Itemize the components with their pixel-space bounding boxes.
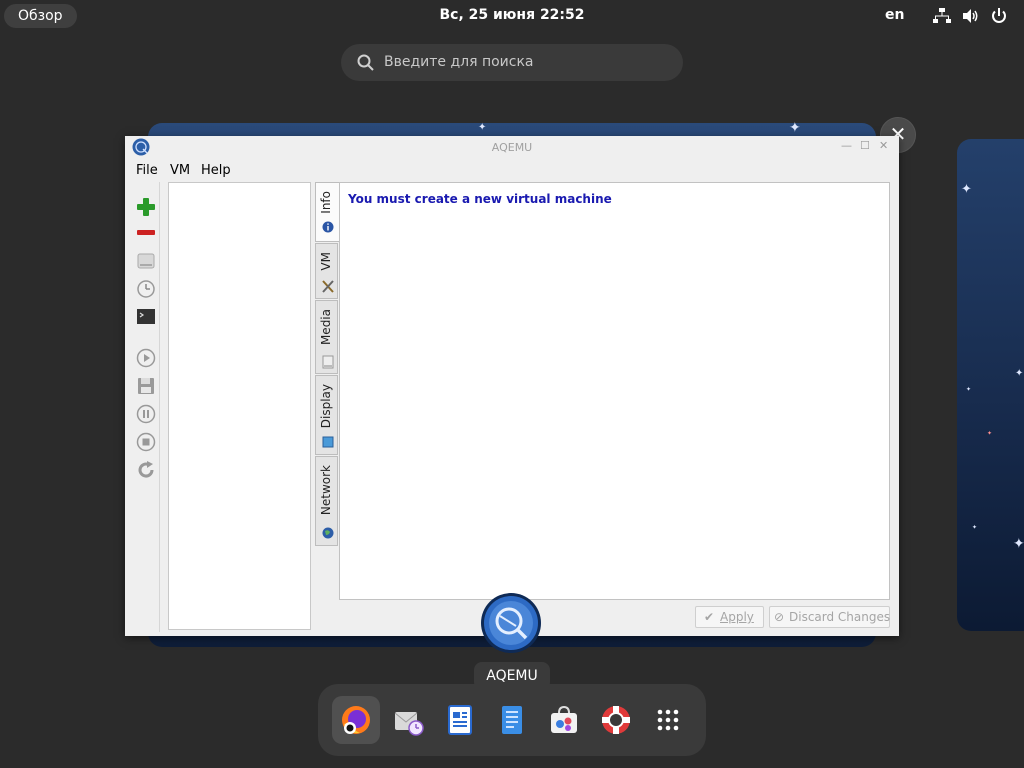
dock-item-software[interactable]	[540, 696, 588, 744]
dock-item-firefox[interactable]	[332, 696, 380, 744]
tab-info[interactable]: Info	[315, 182, 340, 242]
tab-vm[interactable]: VM	[315, 243, 338, 299]
discard-changes-button[interactable]: ⊘ Discard Changes	[769, 606, 890, 628]
aqemu-window-app-icon[interactable]	[480, 592, 542, 654]
apply-button[interactable]: ✔ Apply	[695, 606, 764, 628]
info-message: You must create a new virtual machine	[348, 192, 612, 206]
overview-button[interactable]: Обзор	[4, 4, 77, 28]
window-title: AQEMU	[491, 141, 533, 154]
vm-disk-icon[interactable]	[135, 250, 157, 272]
vm-list[interactable]	[168, 182, 311, 630]
maximize-icon[interactable]: ☐	[860, 139, 870, 152]
search-icon	[357, 54, 374, 71]
menu-file[interactable]: File	[136, 163, 158, 178]
vm-toolbar	[133, 182, 160, 632]
info-panel: You must create a new virtual machine	[339, 182, 890, 600]
clock-icon[interactable]	[135, 278, 157, 300]
terminal-icon[interactable]	[135, 306, 157, 328]
dock-item-notes[interactable]	[488, 696, 536, 744]
menu-bar: File VM Help	[125, 162, 899, 180]
check-icon: ✔	[704, 610, 715, 624]
evolution-icon	[394, 712, 424, 736]
save-icon[interactable]	[135, 375, 157, 397]
clock[interactable]: Вс, 25 июня 22:52	[439, 7, 584, 23]
remove-vm-icon[interactable]	[135, 222, 157, 244]
stop-icon[interactable]	[135, 431, 157, 453]
tab-media-label: Media	[319, 309, 333, 346]
help-icon	[602, 706, 630, 734]
tools-icon	[322, 280, 334, 293]
clock-container: Вс, 25 июня 22:52	[0, 7, 1024, 23]
dock-item-writer[interactable]	[436, 696, 484, 744]
info-icon	[322, 221, 334, 233]
language-indicator[interactable]: en	[885, 7, 904, 23]
tab-network[interactable]: Network	[315, 456, 338, 546]
tab-media[interactable]: Media	[315, 300, 338, 374]
notes-icon	[502, 706, 522, 734]
minimize-icon[interactable]: —	[841, 139, 852, 152]
tab-display-label: Display	[319, 384, 333, 429]
network-globe-icon	[322, 527, 334, 539]
cancel-icon: ⊘	[774, 610, 785, 624]
tab-vm-label: VM	[319, 252, 333, 271]
display-icon	[322, 436, 334, 448]
tab-network-label: Network	[319, 465, 333, 516]
software-icon	[551, 705, 577, 733]
workspace-thumbnail-next[interactable]: ✦ ✦ ✦ ✦ ✦ ✦	[957, 139, 1024, 631]
tab-info-label: Info	[319, 191, 333, 214]
search-placeholder: Введите для поиска	[384, 54, 534, 70]
window-titlebar[interactable]: AQEMU — ☐ ✕	[125, 136, 899, 160]
dock-item-help[interactable]	[592, 696, 640, 744]
discard-label: Discard Changes	[789, 610, 891, 624]
menu-vm[interactable]: VM	[170, 163, 190, 178]
writer-icon	[448, 705, 472, 735]
add-vm-icon[interactable]	[135, 196, 157, 218]
power-icon[interactable]	[990, 8, 1008, 24]
aqemu-window[interactable]: AQEMU — ☐ ✕ File VM Help Info VM Media D…	[125, 136, 899, 636]
app-grid-icon	[657, 709, 679, 731]
dock-item-app-grid[interactable]	[644, 696, 692, 744]
pause-icon[interactable]	[135, 403, 157, 425]
firefox-icon	[342, 706, 370, 734]
dock-item-evolution[interactable]	[384, 696, 432, 744]
play-icon[interactable]	[135, 347, 157, 369]
search-field[interactable]: Введите для поиска	[341, 44, 683, 81]
menu-help[interactable]: Help	[201, 163, 231, 178]
tab-display[interactable]: Display	[315, 375, 338, 455]
vm-settings-tabs: Info VM Media Display Network	[315, 182, 340, 547]
reset-icon[interactable]	[135, 459, 157, 481]
volume-icon[interactable]	[962, 8, 980, 24]
top-bar: Обзор Вс, 25 июня 22:52 en	[0, 0, 1024, 32]
window-close-icon[interactable]: ✕	[879, 139, 888, 152]
dash-dock	[318, 684, 706, 756]
media-icon	[322, 355, 334, 369]
network-icon[interactable]	[933, 8, 951, 24]
apply-label: Apply	[720, 610, 754, 624]
